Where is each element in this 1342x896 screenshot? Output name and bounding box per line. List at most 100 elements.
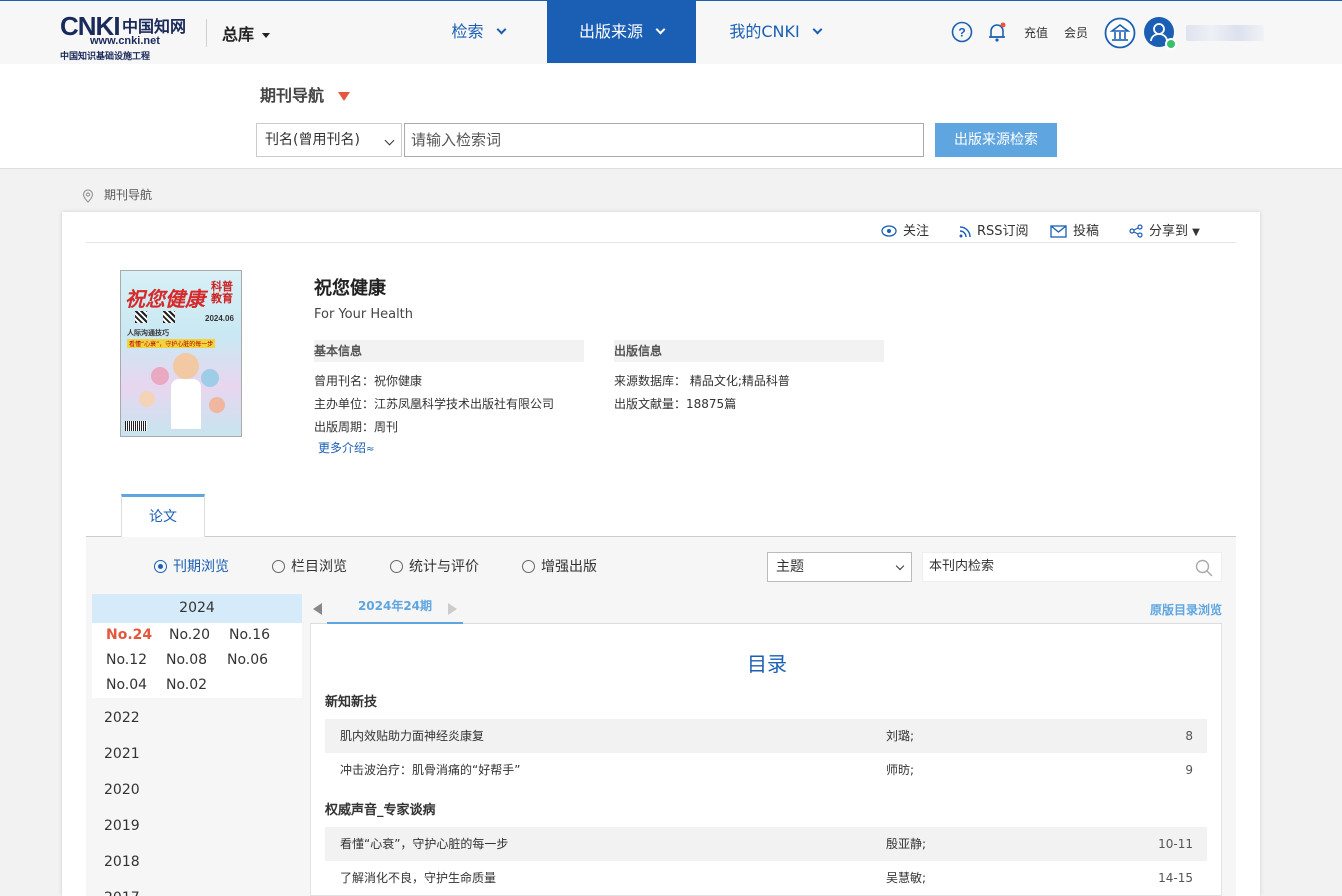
bell-icon[interactable]	[986, 21, 1008, 43]
article-row[interactable]: 冲击波治疗：肌骨消痛的“好帮手” 师昉; 9	[325, 753, 1207, 787]
article-row[interactable]: 肌内效贴助力面神经炎康复 刘璐; 8	[325, 719, 1207, 753]
issue-link[interactable]: No.02	[166, 677, 207, 693]
source-search-button[interactable]: 出版来源检索	[935, 123, 1057, 157]
theme-select-value: 主题	[776, 559, 804, 575]
breadcrumb: 期刊导航	[82, 186, 152, 203]
follow-button[interactable]: 关注	[881, 220, 929, 239]
cover-line-2: 看懂“心衰”，守护心脏的每一步	[127, 339, 216, 348]
more-intro-link[interactable]: 更多介绍≈	[318, 439, 374, 456]
barcode	[125, 421, 147, 431]
former-name-value: 祝你健康	[374, 374, 423, 388]
article-page: 9	[1185, 763, 1193, 777]
header-divider	[206, 19, 207, 47]
article-author[interactable]: 师昉;	[886, 753, 914, 787]
issue-link[interactable]: No.04	[106, 677, 147, 693]
year-link[interactable]: 2019	[104, 818, 140, 834]
chevron-down-icon	[895, 561, 905, 571]
radio-stats-eval[interactable]: 统计与评价	[390, 556, 479, 576]
year-link[interactable]: 2017	[104, 889, 140, 896]
radio-column-browse[interactable]: 栏目浏览	[272, 556, 347, 576]
article-row[interactable]: 了解消化不良，守护生命质量 吴慧敏; 14-15	[325, 861, 1207, 895]
article-author[interactable]: 刘璐;	[886, 719, 914, 753]
basic-info-heading: 基本信息	[314, 340, 584, 362]
article-count-row: 出版文献量：18875篇	[614, 395, 736, 412]
chevron-down-icon	[384, 135, 395, 146]
institution-icon[interactable]	[1104, 17, 1136, 49]
search-icon[interactable]	[1195, 559, 1213, 577]
former-name-label: 曾用刊名：	[314, 374, 375, 388]
source-db-value: 精品文化;精品科普	[689, 374, 790, 388]
radio-issue-browse-label: 刊期浏览	[173, 559, 229, 575]
cover-figure	[139, 391, 155, 407]
journal-nav-title: 期刊导航	[260, 86, 325, 105]
nav-search[interactable]: 检索	[408, 1, 548, 63]
journal-english-title: For Your Health	[314, 307, 414, 322]
radio-icon	[272, 560, 285, 573]
triangle-down-icon	[338, 92, 351, 101]
more-intro-label: 更多介绍	[318, 441, 367, 455]
journal-cover-image: 祝您健康 科普教育 2024.06 人际沟通技巧 看懂“心衰”，守护心脏的每一步	[120, 270, 242, 437]
article-author[interactable]: 殷亚静;	[886, 827, 926, 861]
article-title[interactable]: 了解消化不良，守护生命质量	[340, 861, 496, 895]
issue-link[interactable]: No.20	[169, 627, 210, 643]
cnki-logo[interactable]: CNKI 中国知网 www.cnki.net 中国知识基础设施工程	[60, 11, 190, 62]
rss-button[interactable]: RSS订阅	[959, 220, 1029, 239]
year-2024[interactable]: 2024	[92, 594, 302, 623]
year-link[interactable]: 2021	[104, 746, 140, 762]
issue-link[interactable]: No.06	[227, 652, 268, 668]
blurred-username[interactable]	[1186, 25, 1264, 41]
library-dropdown[interactable]: 总库	[222, 21, 271, 45]
year-link[interactable]: 2020	[104, 782, 140, 798]
theme-select[interactable]: 主题	[767, 552, 912, 582]
breadcrumb-item[interactable]: 期刊导航	[104, 188, 152, 202]
radio-column-browse-label: 栏目浏览	[291, 559, 347, 575]
qr-code	[135, 311, 147, 323]
nav-publication-source[interactable]: 出版来源	[547, 1, 696, 63]
issue-link[interactable]: No.16	[229, 627, 270, 643]
member-link[interactable]: 会员	[1064, 24, 1088, 41]
user-avatar[interactable]	[1144, 17, 1177, 50]
in-journal-search-input[interactable]: 本刊内检索	[922, 552, 1222, 582]
help-icon[interactable]: ?	[951, 21, 973, 43]
journal-nav-dropdown[interactable]: 期刊导航	[260, 82, 351, 106]
in-journal-search-placeholder: 本刊内检索	[929, 559, 995, 574]
radio-enhanced-pub[interactable]: 增强出版	[522, 556, 597, 576]
keyword-input[interactable]: 请输入检索词	[404, 123, 924, 157]
cover-figure	[209, 397, 225, 413]
prev-issue-icon[interactable]	[313, 603, 322, 615]
search-field-select[interactable]: 刊名(曾用刊名)	[256, 123, 402, 157]
cover-title: 祝您健康	[125, 287, 205, 311]
sponsor-label: 主办单位：	[314, 397, 375, 411]
year-link[interactable]: 2022	[104, 710, 140, 726]
article-row[interactable]: 看懂“心衰”，守护心脏的每一步 殷亚静; 10-11	[325, 827, 1207, 861]
location-pin-icon	[82, 188, 94, 203]
current-issue-tab[interactable]: 2024年24期	[327, 597, 463, 624]
year-link[interactable]: 2018	[104, 854, 140, 870]
chevron-down-icon	[655, 24, 666, 35]
cover-doctor	[171, 379, 201, 429]
library-label: 总库	[222, 25, 255, 44]
caret-down-icon	[262, 33, 271, 38]
article-page: 8	[1185, 729, 1193, 743]
article-title[interactable]: 看懂“心衰”，守护心脏的每一步	[340, 827, 508, 861]
submit-manuscript-button[interactable]: 投稿	[1050, 220, 1099, 239]
tab-papers[interactable]: 论文	[121, 494, 205, 537]
follow-label: 关注	[903, 224, 930, 239]
issue-link[interactable]: No.24	[106, 627, 152, 643]
nav-my-cnki[interactable]: 我的CNKI	[700, 1, 850, 63]
article-author[interactable]: 吴慧敏;	[886, 861, 926, 895]
issue-link[interactable]: No.08	[166, 652, 207, 668]
radio-issue-browse[interactable]: 刊期浏览	[154, 556, 229, 576]
original-toc-link[interactable]: 原版目录浏览	[1150, 601, 1222, 618]
article-title[interactable]: 肌内效贴助力面神经炎康复	[340, 719, 484, 753]
search-band: 期刊导航 刊名(曾用刊名) 请输入检索词 出版来源检索	[0, 64, 1342, 169]
issue-tab-row: 2024年24期 原版目录浏览	[310, 597, 1222, 624]
article-title[interactable]: 冲击波治疗：肌骨消痛的“好帮手”	[340, 753, 520, 787]
recharge-link[interactable]: 充值	[1024, 24, 1048, 41]
next-issue-icon[interactable]	[448, 603, 457, 615]
share-dropdown[interactable]: 分享到 ▼	[1129, 220, 1200, 239]
radio-icon	[390, 560, 403, 573]
logo-cn: 中国知网	[122, 17, 187, 36]
issue-link[interactable]: No.12	[106, 652, 147, 668]
mail-icon	[1050, 225, 1067, 238]
